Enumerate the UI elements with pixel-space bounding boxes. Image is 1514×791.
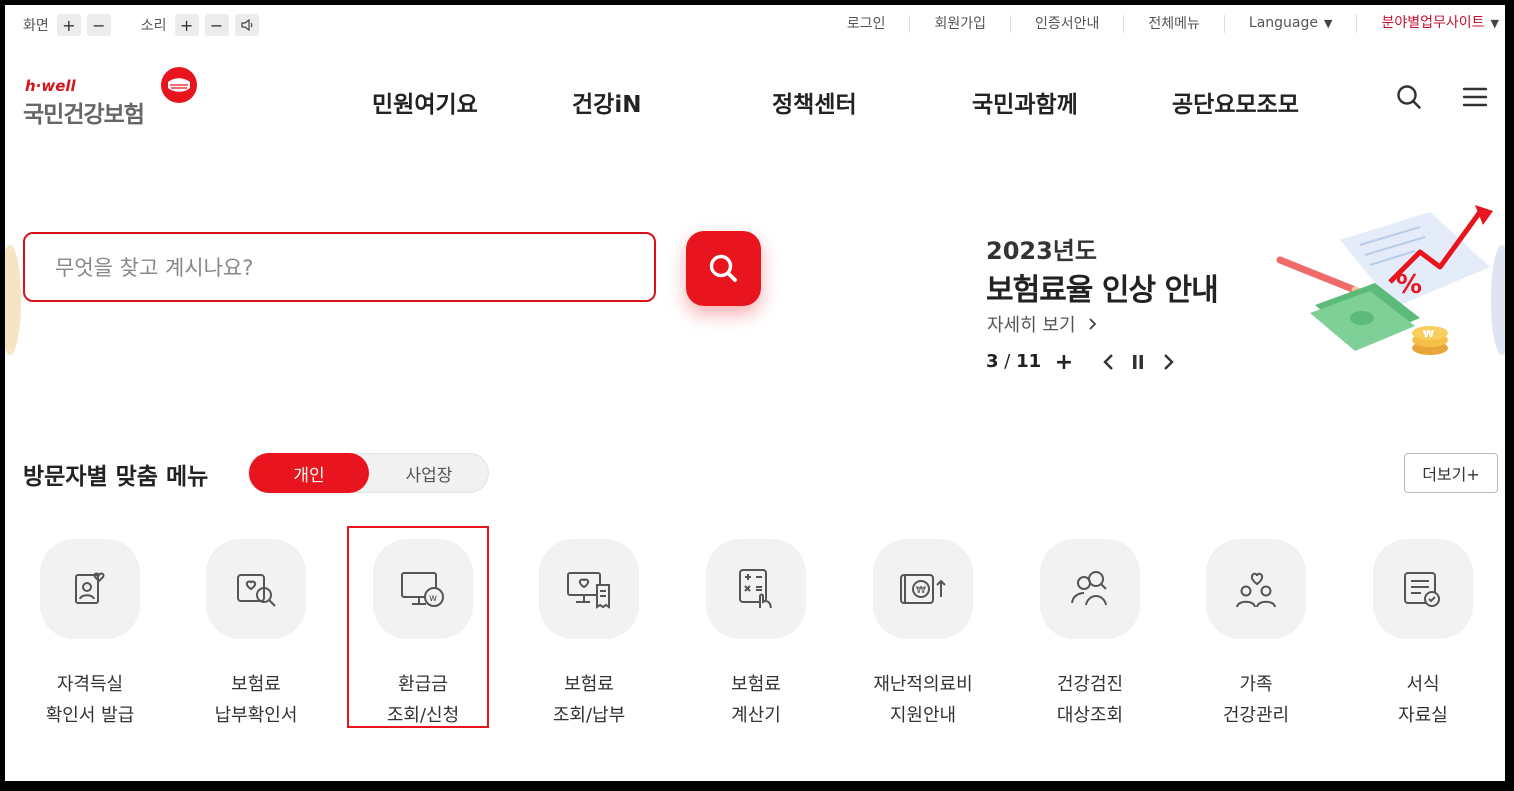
- nav-policy-center[interactable]: 정책센터: [772, 85, 857, 119]
- search-input[interactable]: [53, 250, 617, 286]
- caret-down-icon: ▼: [1490, 17, 1499, 30]
- slide-total: 11: [1016, 351, 1042, 372]
- quick-menu-item[interactable]: 보험료납부확인서: [181, 539, 331, 731]
- quick-menu-label: 건강관리: [1222, 705, 1290, 726]
- premium-increase-illustration: % ₩: [1276, 205, 1493, 355]
- banner-more-label: 자세히 보기: [987, 315, 1076, 336]
- hamburger-menu-icon[interactable]: [1461, 83, 1489, 111]
- form-document-icon: [1404, 572, 1440, 607]
- signup-link[interactable]: 회원가입: [910, 14, 1011, 33]
- sound-label: 소리: [140, 18, 167, 34]
- quick-menu-label: 환급금: [398, 674, 448, 695]
- quick-menu-label: 확인서 발급: [45, 705, 135, 726]
- more-button[interactable]: 더보기+: [1404, 453, 1498, 493]
- pause-icon[interactable]: [1127, 351, 1149, 373]
- chevron-right-icon: [1089, 318, 1097, 330]
- quick-menu-label: 조회/신청: [386, 705, 460, 726]
- slide-counter: 3 / 11: [986, 351, 1041, 372]
- calculator-hand-icon: [739, 569, 772, 609]
- quick-menu-label: 서식: [1406, 674, 1440, 695]
- monitor-receipt-icon: [567, 572, 610, 609]
- quick-menu-label: 조회/납부: [552, 705, 626, 726]
- certificate-person-icon: [75, 572, 105, 604]
- quick-menu-item[interactable]: 건강검진대상조회: [1015, 539, 1165, 731]
- login-link[interactable]: 로그인: [823, 14, 911, 33]
- quick-menu-label: 자료실: [1398, 705, 1448, 726]
- language-label: Language: [1248, 15, 1319, 31]
- search-icon: [709, 254, 737, 282]
- speaker-icon[interactable]: [234, 14, 259, 36]
- business-site-select[interactable]: 분야별업무사이트 ▼: [1357, 14, 1499, 33]
- caret-down-icon: ▼: [1324, 17, 1333, 30]
- section-title: 방문자별 맞춤 메뉴: [23, 464, 209, 490]
- family-heart-icon: [1236, 572, 1276, 608]
- chevron-right-icon[interactable]: [1157, 351, 1179, 373]
- svg-text:%: %: [1396, 270, 1422, 300]
- quick-menu-item[interactable]: 보험료계산기: [681, 539, 831, 731]
- nav-about-nhis[interactable]: 공단요모조모: [1172, 85, 1299, 119]
- quick-menu-label: 보험료: [564, 674, 614, 695]
- mask-emblem-icon: [161, 67, 197, 103]
- people-search-icon: [1071, 571, 1107, 606]
- slide-current: 3: [986, 351, 999, 372]
- volume-up-button[interactable]: +: [174, 14, 199, 36]
- search-field-container: [23, 232, 656, 302]
- monitor-won-icon: w: [401, 572, 444, 607]
- quick-menu-item[interactable]: 보험료조회/납부: [514, 539, 664, 731]
- quick-menu-label: 건강검진: [1056, 674, 1124, 695]
- slide-separator: /: [1004, 351, 1011, 372]
- screen-zoom-out-button[interactable]: −: [86, 14, 111, 36]
- screen-zoom-in-button[interactable]: +: [56, 14, 81, 36]
- document-search-icon: [237, 574, 276, 607]
- quick-menu-label: 대상조회: [1056, 705, 1124, 726]
- nav-civil-service[interactable]: 민원여기요: [372, 85, 478, 119]
- quick-menu-label: 납부확인서: [214, 705, 298, 726]
- tab-business[interactable]: 사업장: [369, 454, 489, 492]
- nav-health-in[interactable]: 건강iN: [572, 85, 641, 119]
- search-button[interactable]: [686, 231, 761, 306]
- quick-menu-item[interactable]: 서식자료실: [1348, 539, 1498, 731]
- quick-menu-label: 자격득실: [56, 674, 124, 695]
- quick-menu-item[interactable]: 자격득실확인서 발급: [15, 539, 165, 731]
- screen-size-label: 화면: [23, 18, 49, 34]
- logo-tagline: h·well: [25, 77, 76, 95]
- quick-menu-label: 재난적의료비: [873, 674, 973, 695]
- tab-personal[interactable]: 개인: [249, 453, 369, 493]
- quick-menu-item[interactable]: w 환급금조회/신청: [348, 539, 498, 731]
- quick-menu-label: 가족: [1239, 674, 1273, 695]
- language-select[interactable]: Language ▼: [1225, 14, 1358, 33]
- banner-title: 보험료율 인상 안내: [986, 273, 1219, 308]
- full-menu-link[interactable]: 전체메뉴: [1124, 14, 1225, 33]
- browser-viewport: 화면 + − 소리 + − 로그인 회원가입 인증서안내 전체메뉴 Langua…: [5, 5, 1505, 781]
- logo-name: 국민건강보험: [23, 102, 145, 128]
- search-icon[interactable]: [1395, 83, 1423, 111]
- volume-down-button[interactable]: −: [204, 14, 229, 36]
- quick-menu-item[interactable]: ₩ 재난적의료비지원안내: [848, 539, 998, 731]
- quick-menu-label: 보험료: [731, 674, 781, 695]
- svg-text:₩: ₩: [1423, 329, 1434, 340]
- utility-links: 로그인 회원가입 인증서안내 전체메뉴 Language ▼ 분야별업무사이트 ▼: [823, 14, 1499, 33]
- banner-more-link[interactable]: 자세히 보기: [987, 311, 1099, 337]
- accessibility-controls: 화면 + − 소리 + −: [23, 14, 265, 36]
- chevron-left-icon[interactable]: [1098, 351, 1120, 373]
- quick-menu-item[interactable]: 가족건강관리: [1181, 539, 1331, 731]
- slide-expand-button[interactable]: +: [1053, 350, 1075, 375]
- quick-menu-label: 계산기: [731, 705, 781, 726]
- svg-text:₩: ₩: [916, 585, 926, 596]
- decorative-edge: [5, 245, 21, 355]
- visitor-type-toggle: 개인 사업장: [248, 453, 489, 493]
- svg-text:w: w: [429, 593, 437, 604]
- wallet-won-up-icon: ₩: [900, 574, 946, 604]
- nav-with-people[interactable]: 국민과함께: [972, 85, 1078, 119]
- certificate-guide-link[interactable]: 인증서안내: [1011, 14, 1125, 33]
- quick-menu-label: 지원안내: [889, 705, 957, 726]
- nhis-logo[interactable]: h·well 국민건강보험: [23, 63, 203, 128]
- banner-year: 2023년도: [986, 237, 1097, 265]
- business-site-label: 분야별업무사이트: [1381, 15, 1485, 31]
- quick-menu-label: 보험료: [231, 674, 281, 695]
